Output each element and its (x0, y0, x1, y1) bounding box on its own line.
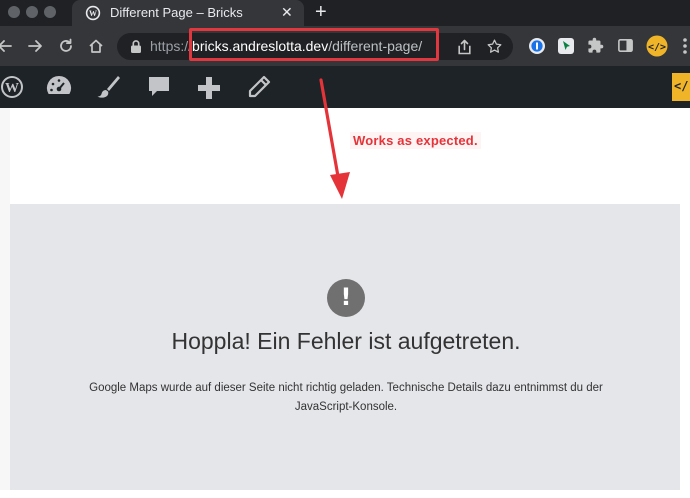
annotation-label: Works as expected. (350, 132, 481, 149)
page-bottom-strip (0, 490, 690, 498)
map-error-panel: ! Hoppla! Ein Fehler ist aufgetreten. Go… (10, 204, 680, 490)
error-message: Google Maps wurde auf dieser Seite nicht… (89, 382, 603, 413)
error-title: Hoppla! Ein Fehler ist aufgetreten. (171, 328, 521, 354)
exclamation-mark: ! (340, 283, 352, 311)
exclamation-icon: ! (327, 279, 365, 317)
